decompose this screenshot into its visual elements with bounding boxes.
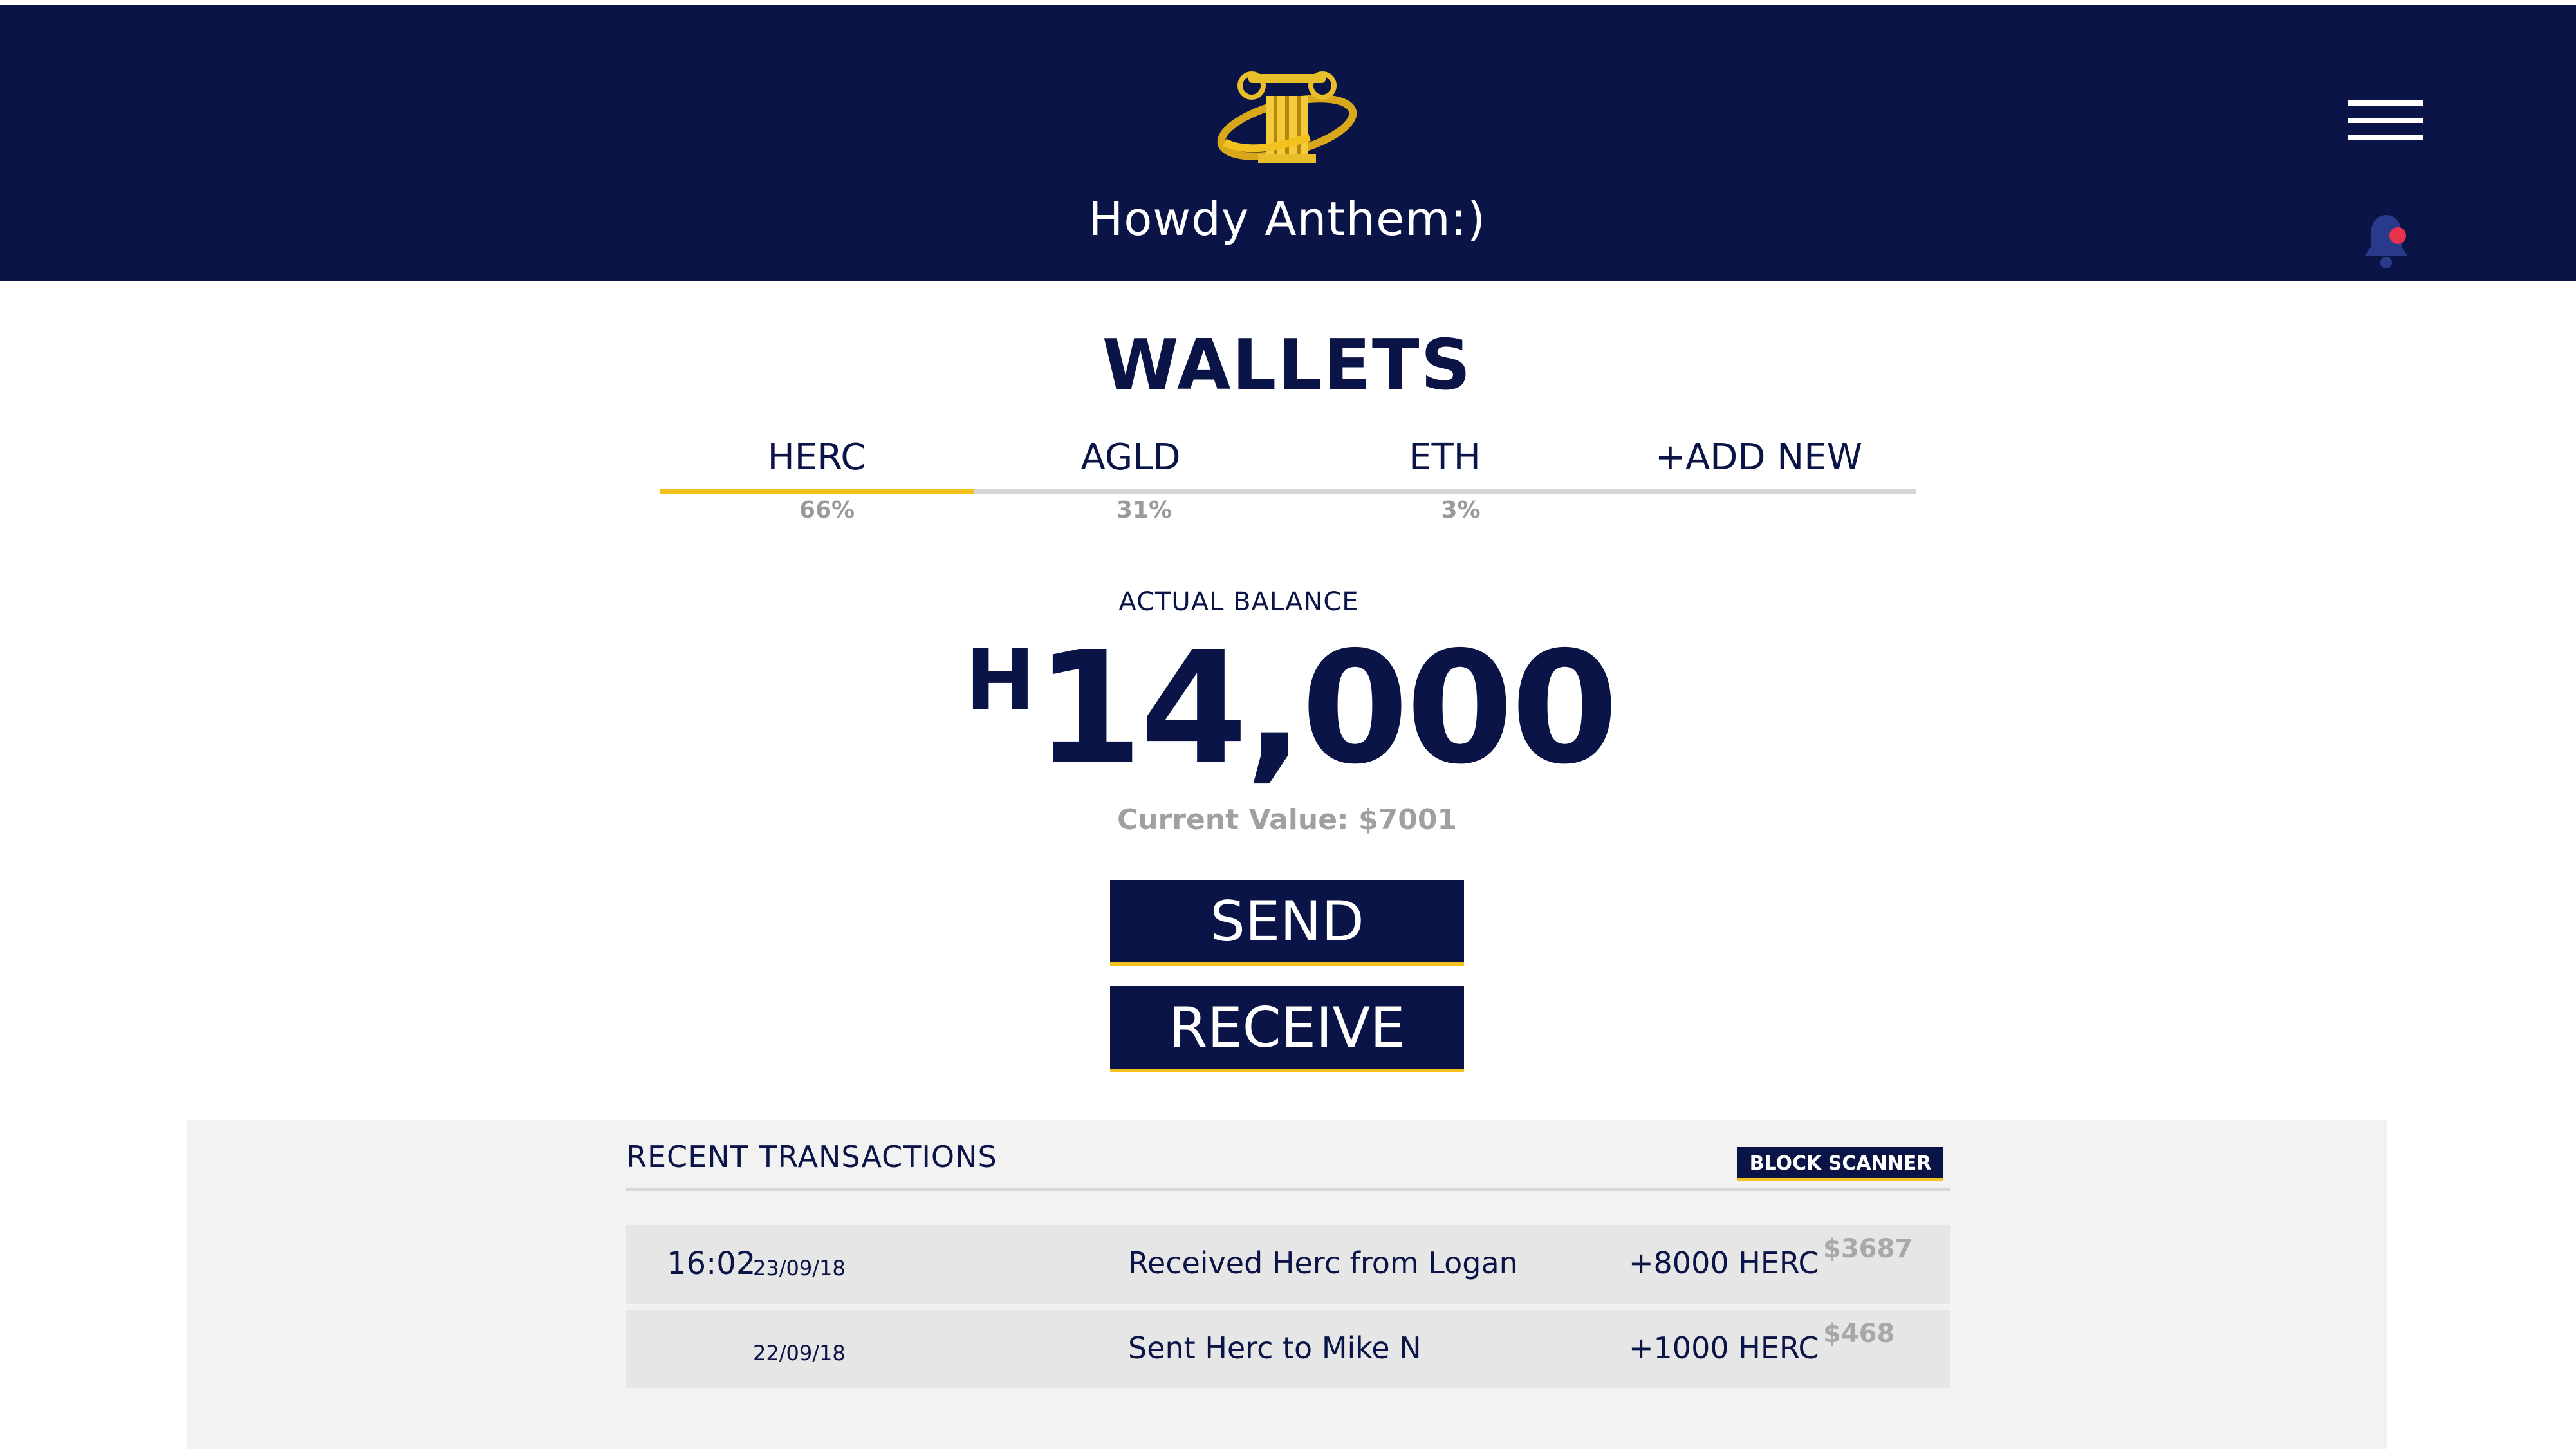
transaction-description: Received Herc from Logan [1128, 1246, 1518, 1280]
wallets-title: WALLETS [1102, 325, 1472, 406]
eth-percent: 3% [1441, 497, 1481, 523]
wallet-page: Howdy Anthem:) WALLETS HERC AGLD ETH +AD… [0, 0, 2576, 1449]
tab-herc[interactable]: HERC [660, 431, 974, 494]
balance-label: ACTUAL BALANCE [1118, 587, 1359, 617]
transactions-divider [626, 1188, 1950, 1191]
wallet-tabs: HERC AGLD ETH +ADD NEW [660, 431, 1916, 494]
transaction-amount: +1000 HERC [1629, 1331, 1819, 1365]
transactions-panel: RECENT TRANSACTIONS BLOCK SCANNER 16:02 … [187, 1120, 2387, 1449]
herc-percent: 66% [799, 497, 855, 523]
hamburger-menu-icon[interactable] [2348, 100, 2423, 140]
send-button[interactable]: SEND [1110, 880, 1464, 966]
greeting-text: Howdy Anthem:) [1088, 192, 1486, 246]
transaction-date: 22/09/18 [753, 1341, 846, 1365]
transaction-usd-value: $468 [1823, 1319, 1895, 1349]
column-logo-icon [1217, 71, 1357, 163]
current-value: Current Value: $7001 [1117, 803, 1458, 836]
bell-icon[interactable] [2360, 211, 2412, 269]
balance-display: H14,000 [965, 618, 1618, 798]
transaction-date: 23/09/18 [753, 1256, 846, 1280]
block-scanner-button[interactable]: BLOCK SCANNER [1737, 1147, 1943, 1181]
transactions-title: RECENT TRANSACTIONS [626, 1139, 997, 1174]
tab-agld[interactable]: AGLD [974, 431, 1288, 489]
transaction-row[interactable]: 22/09/18 Sent Herc to Mike N +1000 HERC … [626, 1310, 1950, 1388]
transaction-amount: +8000 HERC [1629, 1246, 1819, 1280]
transaction-usd-value: $3687 [1823, 1234, 1913, 1264]
transaction-description: Sent Herc to Mike N [1128, 1331, 1422, 1365]
agld-percent: 31% [1116, 497, 1172, 523]
balance-amount: 14,000 [1035, 618, 1618, 798]
top-header: Howdy Anthem:) [0, 5, 2576, 281]
tab-eth[interactable]: ETH [1288, 431, 1602, 489]
transaction-time: 16:02 [667, 1246, 756, 1282]
notification-dot [2389, 227, 2406, 244]
receive-button[interactable]: RECEIVE [1110, 986, 1464, 1072]
transaction-row[interactable]: 16:02 23/09/18 Received Herc from Logan … [626, 1225, 1950, 1304]
tab-add-new[interactable]: +ADD NEW [1602, 431, 1916, 489]
currency-symbol: H [965, 631, 1035, 729]
